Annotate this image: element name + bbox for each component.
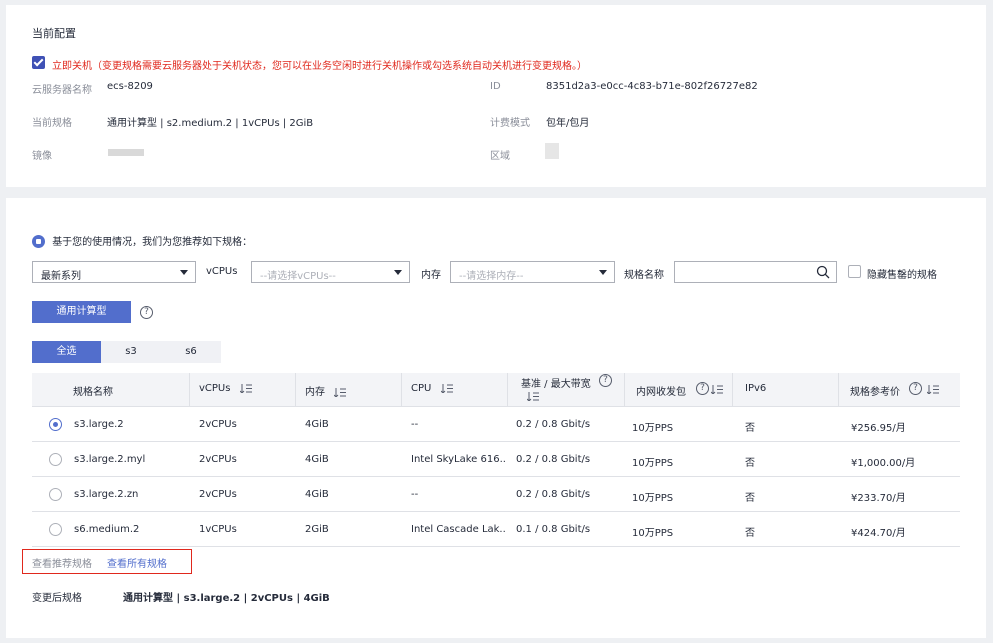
radio-unselected[interactable] bbox=[49, 488, 62, 501]
recommend-hint: 基于您的使用情况，我们为您推荐如下规格： bbox=[52, 237, 253, 248]
view-all-specs-link[interactable]: 查看所有规格 bbox=[107, 555, 167, 570]
sort-icon[interactable] bbox=[334, 387, 347, 397]
view-recommended-link[interactable]: 查看推荐规格 bbox=[32, 555, 92, 570]
help-icon[interactable]: ? bbox=[696, 382, 709, 395]
table-row[interactable]: s3.large.2.myl 2vCPUs 4GiB Intel SkyLake… bbox=[32, 442, 960, 477]
thumbs-up-icon bbox=[32, 235, 45, 248]
table-row[interactable]: s3.large.2 2vCPUs 4GiB -- 0.2 / 0.8 Gbit… bbox=[32, 407, 960, 442]
chevron-down-icon bbox=[394, 270, 402, 275]
image-value-redacted bbox=[108, 149, 144, 156]
tab-s3[interactable]: s3 bbox=[101, 341, 161, 363]
memory-select[interactable]: --请选择内存-- bbox=[450, 261, 615, 283]
current-config-panel: 当前配置 立即关机（变更规格需要云服务器处于关机状态，您可以在业务空闲时进行关机… bbox=[6, 5, 986, 187]
series-select-value: 最新系列 bbox=[41, 271, 81, 282]
sort-icon[interactable] bbox=[711, 385, 723, 394]
vcpus-label: vCPUs bbox=[206, 266, 238, 277]
billing-label: 计费模式 bbox=[490, 118, 530, 129]
region-value-redacted bbox=[545, 143, 559, 159]
billing-value: 包年/包月 bbox=[546, 118, 590, 129]
table-row[interactable]: s3.large.2.zn 2vCPUs 4GiB -- 0.2 / 0.8 G… bbox=[32, 477, 960, 512]
sort-icon[interactable] bbox=[927, 385, 939, 394]
vcpus-select[interactable]: --请选择vCPUs-- bbox=[251, 261, 410, 283]
table-row[interactable]: s6.medium.2 1vCPUs 2GiB Intel Cascade La… bbox=[32, 512, 960, 547]
radio-selected[interactable] bbox=[49, 418, 62, 431]
th-pps[interactable]: 内网收发包 ? bbox=[625, 373, 732, 407]
shutdown-label[interactable]: 立即关机 bbox=[52, 61, 92, 72]
th-vcpus[interactable]: vCPUs bbox=[190, 373, 295, 407]
hide-soldout-checkbox[interactable] bbox=[848, 265, 861, 281]
spec-name-label: 规格名称 bbox=[624, 270, 664, 281]
recommend-hint-row: 基于您的使用情况，我们为您推荐如下规格： bbox=[32, 235, 252, 251]
checkbox-checked-icon bbox=[32, 56, 45, 69]
th-name: 规格名称 bbox=[73, 387, 113, 398]
region-label: 区域 bbox=[490, 151, 510, 162]
after-change-label: 变更后规格 bbox=[32, 593, 82, 604]
help-icon[interactable]: ? bbox=[909, 382, 922, 395]
tab-all[interactable]: 全选 bbox=[32, 341, 101, 363]
memory-placeholder: --请选择内存-- bbox=[459, 271, 524, 282]
th-price[interactable]: 规格参考价 ? bbox=[839, 373, 960, 407]
th-memory[interactable]: 内存 bbox=[296, 373, 401, 407]
chevron-down-icon bbox=[180, 270, 188, 275]
general-compute-button[interactable]: 通用计算型 bbox=[32, 301, 131, 323]
memory-label: 内存 bbox=[421, 270, 441, 281]
after-change-value: 通用计算型 | s3.large.2 | 2vCPUs | 4GiB bbox=[123, 593, 330, 604]
radio-unselected[interactable] bbox=[49, 523, 62, 536]
help-icon[interactable]: ? bbox=[599, 374, 612, 387]
sort-icon[interactable] bbox=[440, 383, 453, 393]
chevron-down-icon bbox=[599, 270, 607, 275]
section-title: 当前配置 bbox=[32, 27, 76, 40]
server-name-label: 云服务器名称 bbox=[32, 85, 92, 96]
image-label: 镜像 bbox=[32, 151, 52, 162]
sort-icon[interactable] bbox=[239, 383, 252, 393]
th-bandwidth[interactable]: 基准 / 最大带宽 ? bbox=[508, 373, 624, 407]
shutdown-checkbox[interactable] bbox=[32, 56, 45, 72]
search-icon[interactable] bbox=[816, 265, 830, 279]
spec-name-search-input[interactable] bbox=[674, 261, 837, 283]
spec-selection-panel: 基于您的使用情况，我们为您推荐如下规格： 最新系列 vCPUs --请选择vCP… bbox=[6, 198, 986, 638]
checkbox-empty-icon bbox=[848, 265, 861, 278]
radio-unselected[interactable] bbox=[49, 453, 62, 466]
help-icon[interactable]: ? bbox=[140, 306, 153, 319]
current-spec-label: 当前规格 bbox=[32, 118, 72, 129]
th-ipv6: IPv6 bbox=[745, 383, 767, 394]
shutdown-row: 立即关机（变更规格需要云服务器处于关机状态，您可以在业务空闲时进行关机操作或勾选… bbox=[52, 57, 587, 72]
id-value: 8351d2a3-e0cc-4c83-b71e-802f26727e82 bbox=[546, 81, 758, 92]
server-name-value: ecs-8209 bbox=[107, 81, 153, 92]
shutdown-note: （变更规格需要云服务器处于关机状态，您可以在业务空闲时进行关机操作或勾选系统自动… bbox=[92, 61, 587, 72]
table-header: 规格名称 vCPUs 内存 CPU 基准 / 最大带宽 ? 内网收发包 ? IP… bbox=[32, 373, 960, 407]
th-cpu[interactable]: CPU bbox=[402, 373, 507, 407]
sort-icon[interactable] bbox=[527, 392, 539, 401]
tab-s6[interactable]: s6 bbox=[161, 341, 221, 363]
series-select[interactable]: 最新系列 bbox=[32, 261, 196, 283]
hide-soldout-label: 隐藏售罄的规格 bbox=[867, 270, 937, 281]
vcpus-placeholder: --请选择vCPUs-- bbox=[260, 271, 336, 282]
current-spec-value: 通用计算型 | s2.medium.2 | 1vCPUs | 2GiB bbox=[107, 118, 314, 129]
id-label: ID bbox=[490, 81, 501, 92]
